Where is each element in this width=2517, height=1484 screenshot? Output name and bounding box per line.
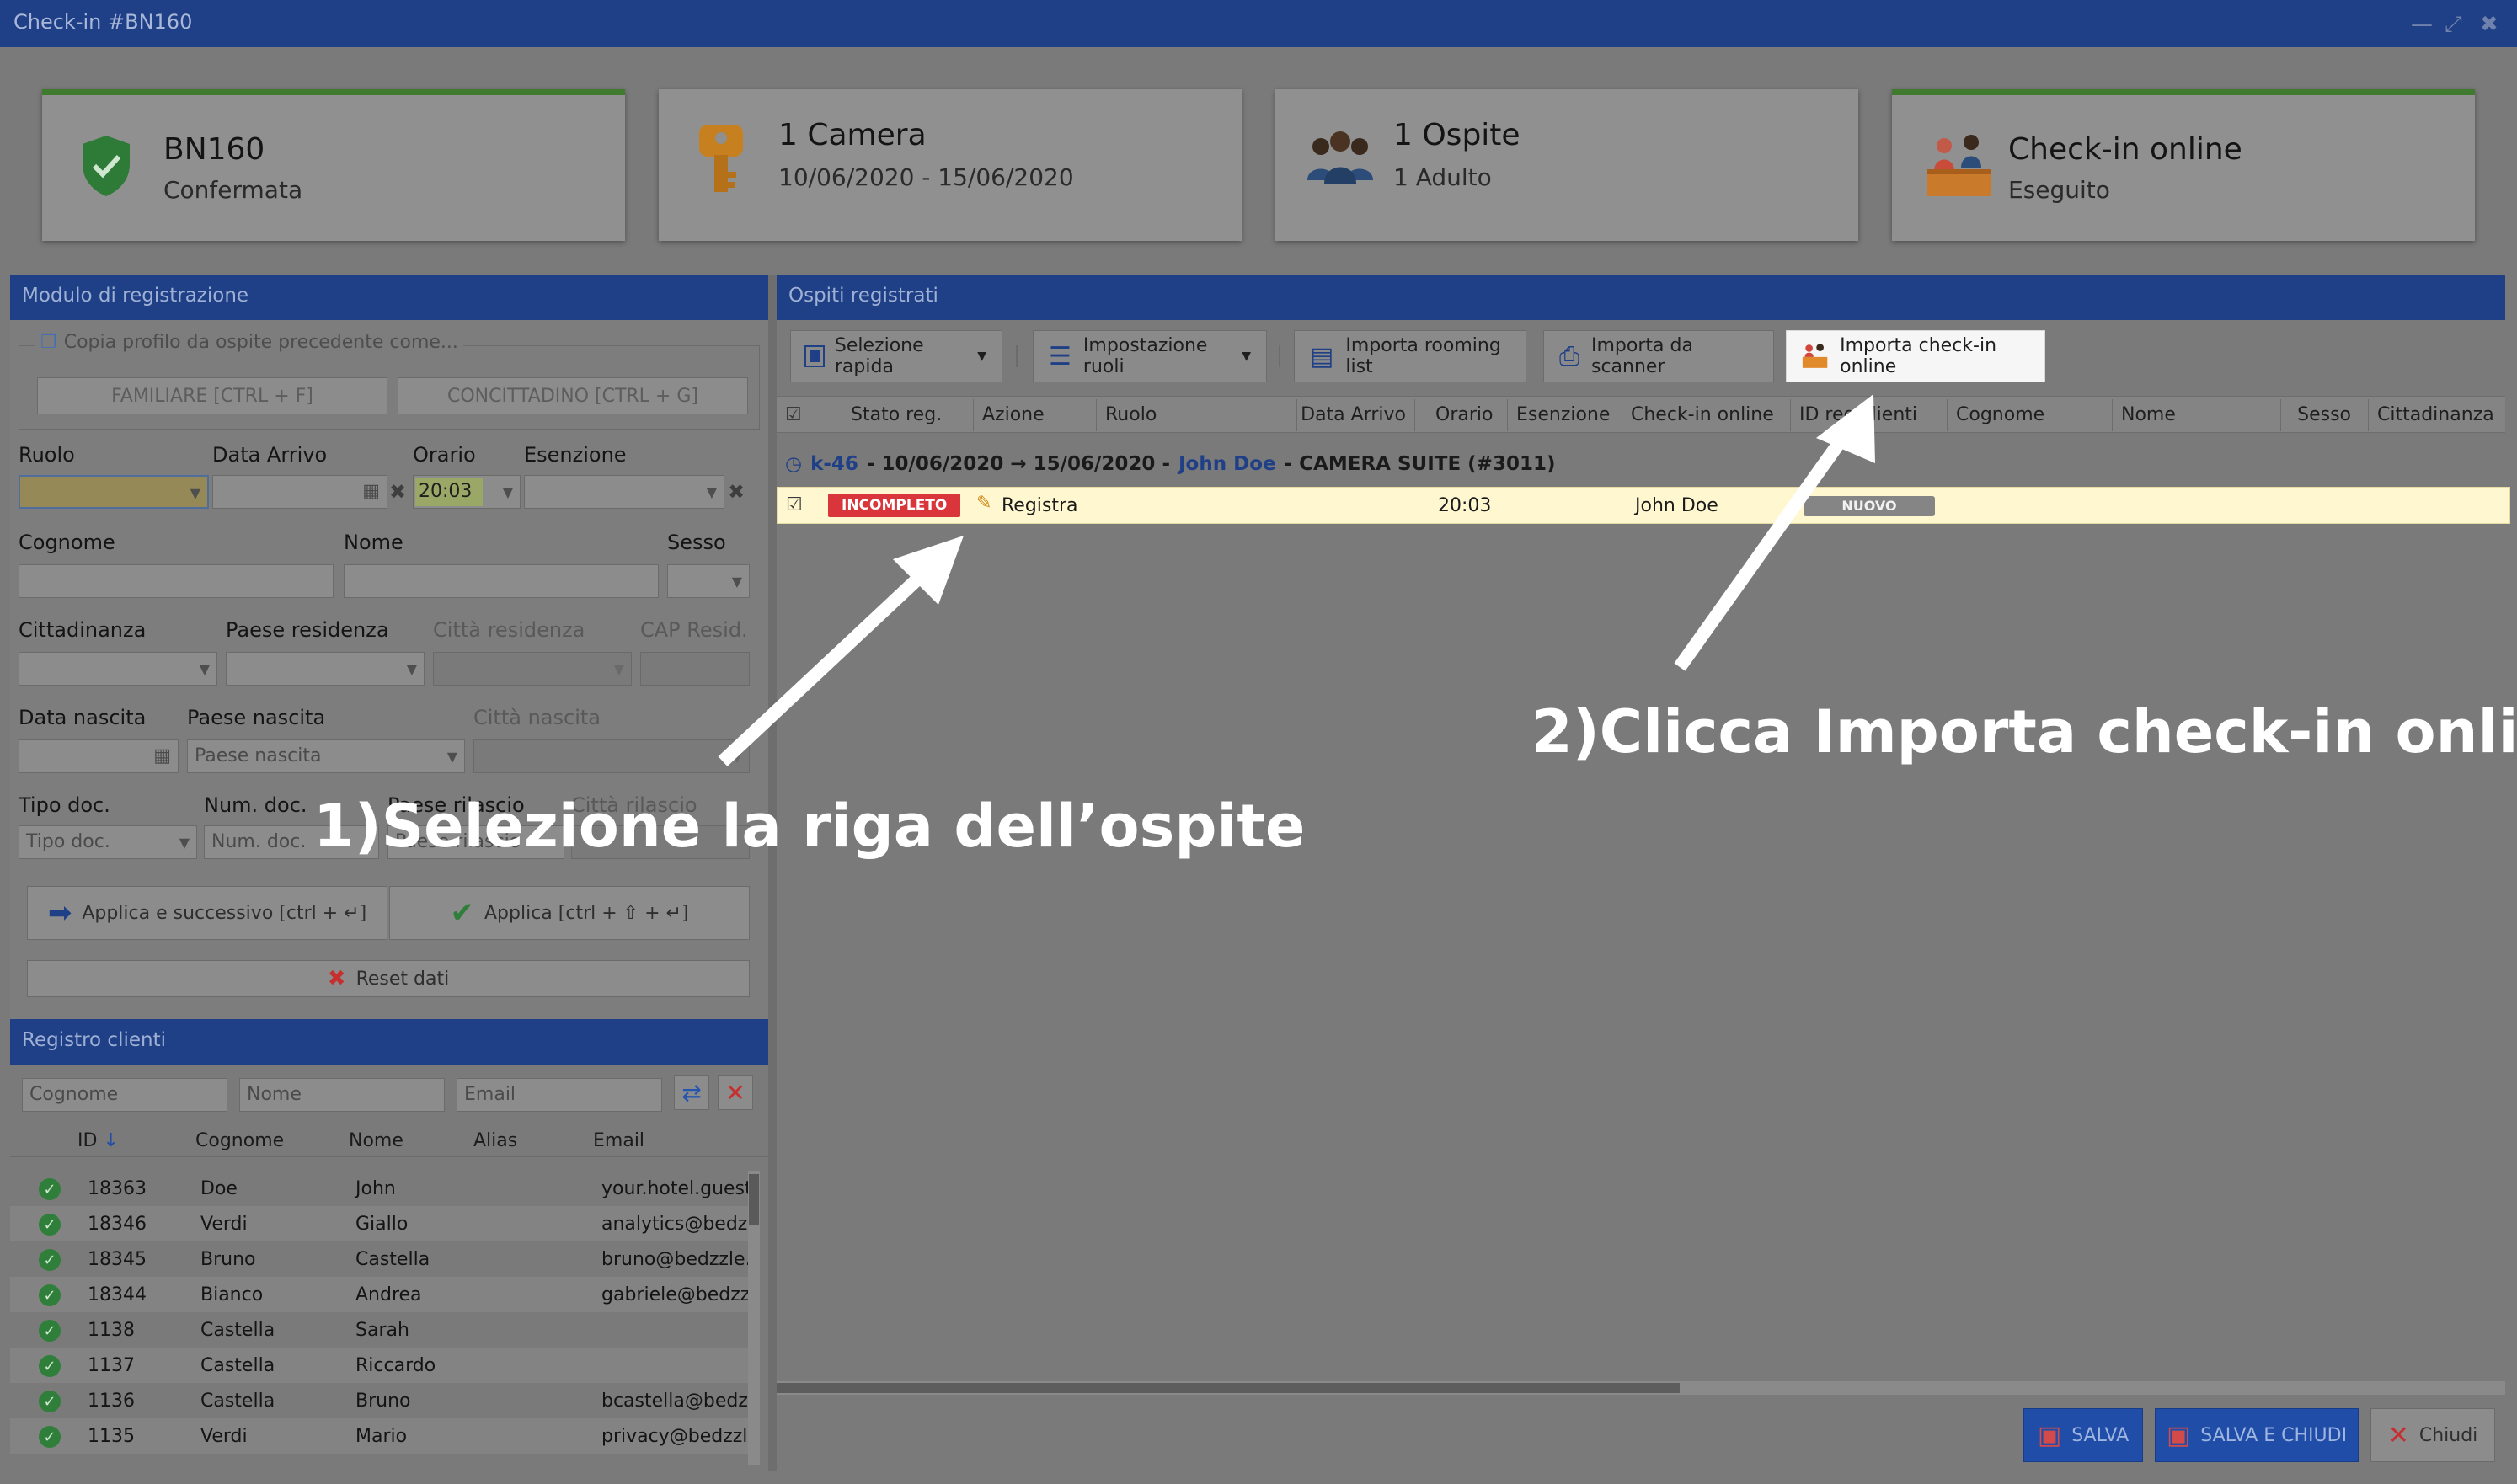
annotation-step1: 1)Selezione la riga dell’ospite: [313, 792, 1306, 861]
arrow-to-guest-row: [718, 536, 964, 766]
arrow-to-import-button: [1674, 394, 1875, 671]
annotation-step2: 2)Clicca Importa check-in online: [1531, 697, 2517, 766]
